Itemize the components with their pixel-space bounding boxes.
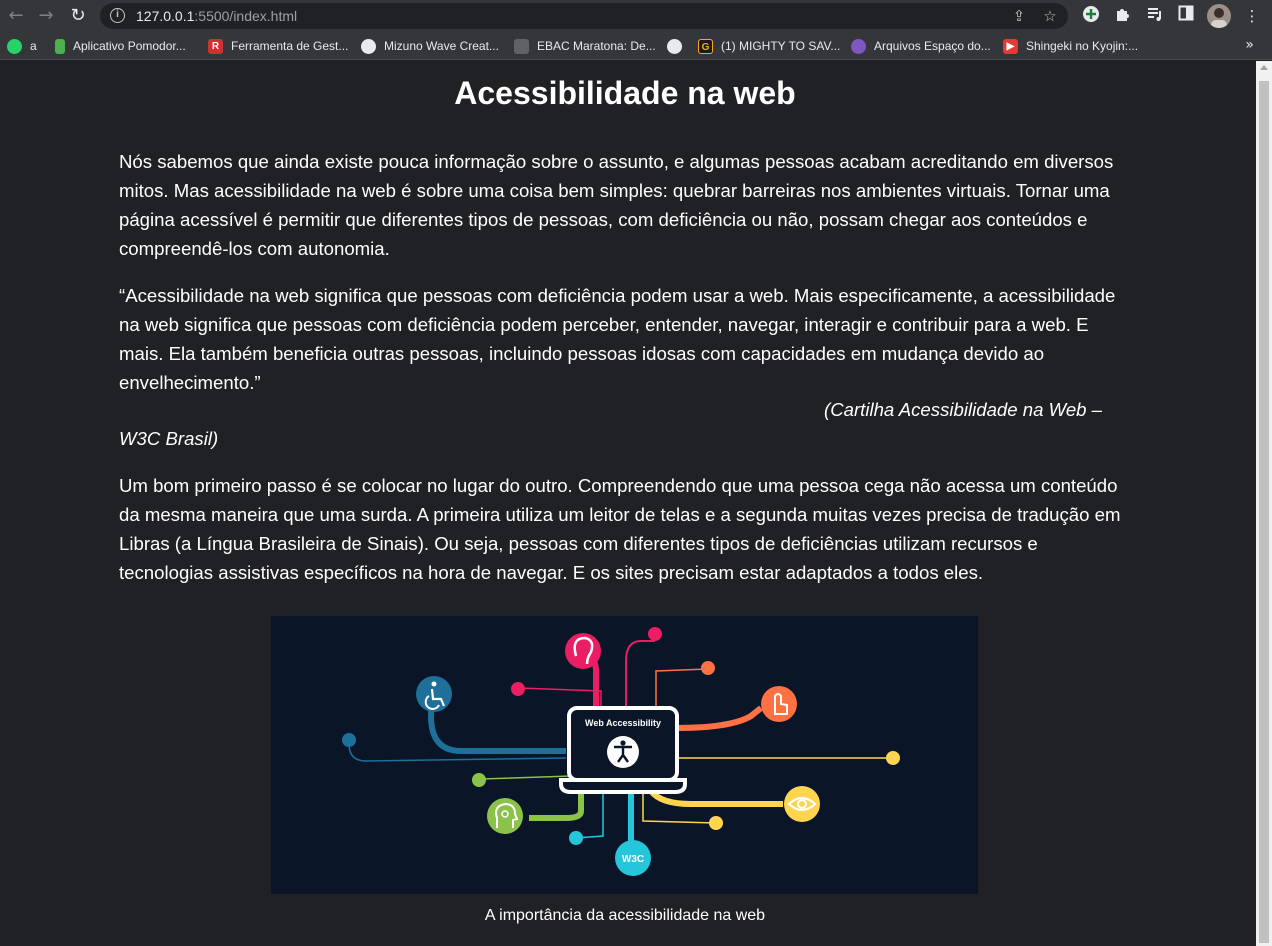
page-scrollbar[interactable] [1256,61,1272,946]
green-dot [472,773,486,787]
url-path: :5500/index.html [194,8,298,24]
bookmark-shingeki[interactable]: ▶ Shingeki no Kyojin:... [1003,38,1138,54]
share-icon[interactable]: ⇪ [1010,7,1028,25]
orange-dot [701,661,715,675]
pink-dot [648,627,662,641]
hand-connector [675,705,763,731]
profile-avatar[interactable] [1207,4,1231,28]
figure-caption: A importância da acessibilidade na web [484,907,766,924]
bookmark-globe[interactable] [667,38,682,54]
article-body: Nós sabemos que ainda existe pouca infor… [119,147,1129,605]
brain-head-icon [487,798,523,834]
quote-paragraph: “Acessibilidade na web significa que pes… [119,285,1116,393]
page-title: Acessibilidade na web [454,75,796,111]
address-bar[interactable]: i 127.0.0.1:5500/index.html ⇪ ☆ [100,3,1068,29]
bookmark-ebac[interactable]: EBAC Maratona: De... [514,38,656,54]
citation: (Cartilha Acessibilidade na Web – W3C Br… [119,399,1103,449]
eye-icon [784,786,820,822]
bookmark-mighty[interactable]: G (1) MIGHTY TO SAV... [698,38,840,54]
side-panel-icon[interactable] [1175,5,1197,27]
cyan-dot [569,831,583,845]
menu-kebab-icon[interactable]: ⋮ [1241,5,1263,27]
green-thin-connector [480,775,572,791]
blue-dot [342,733,356,747]
bookmark-ferramenta[interactable]: R Ferramenta de Gest... [208,38,348,54]
bookmark-label: Aplicativo Pomodor... [73,39,186,53]
intro-paragraph: Nós sabemos que ainda existe pouca infor… [119,151,1114,259]
more-bookmarks-icon[interactable]: » [1245,37,1254,53]
bookmark-label: EBAC Maratona: De... [537,39,656,53]
site-info-icon[interactable]: i [110,8,125,23]
bookmark-label: a [30,39,37,53]
back-icon[interactable]: ← [4,4,28,28]
pink-dot [511,682,525,696]
bookmarks-bar: a Aplicativo Pomodor... R Ferramenta de G… [0,32,1272,60]
bookmark-pomodoro[interactable]: Aplicativo Pomodor... [55,38,186,54]
laptop-screen-label: Web Accessibility [585,718,661,728]
g-logo-icon: G [698,38,713,54]
pomodoro-icon [55,38,65,54]
bookmark-mizuno[interactable]: Mizuno Wave Creat... [361,38,499,54]
bookmark-label: Mizuno Wave Creat... [384,39,499,53]
forward-icon[interactable]: → [34,4,58,28]
ear-icon [565,633,601,669]
page-viewport: Acessibilidade na web Nós sabemos que ai… [0,61,1256,946]
bookmark-espaco[interactable]: Arquivos Espaço do... [851,38,991,54]
whatsapp-icon [7,38,22,54]
bookmark-label: Ferramenta de Gest... [231,39,349,53]
pink-thin-connector [625,640,655,711]
hand-pointer-icon [761,686,797,722]
bookmark-label: Shingeki no Kyojin:... [1026,39,1139,53]
reload-icon[interactable]: ↻ [66,4,90,28]
laptop-icon: Web Accessibility [559,706,687,794]
extension-plus-icon[interactable] [1080,5,1102,27]
qr-code-icon [514,38,529,54]
wheelchair-icon [416,676,452,712]
yellow-dot [886,751,900,765]
extensions-puzzle-icon[interactable] [1112,5,1134,27]
bookmark-label: Arquivos Espaço do... [874,39,991,53]
url-text[interactable]: 127.0.0.1:5500/index.html [136,8,297,24]
web-accessibility-illustration: W3C Web Accessibility [271,616,978,894]
wheelchair-connector [428,696,566,754]
w3c-badge-label: W3C [622,854,644,865]
r-logo-icon: R [208,38,223,54]
bookmark-whatsapp[interactable]: a [7,38,37,54]
second-paragraph: Um bom primeiro passo é se colocar no lu… [119,475,1121,583]
w3c-badge-icon: W3C [615,840,651,876]
brain-connector [529,791,584,821]
play-icon: ▶ [1003,38,1018,54]
bookmark-label: (1) MIGHTY TO SAV... [721,39,841,53]
yellow-dot [709,816,723,830]
browser-toolbar: ← → ↻ i 127.0.0.1:5500/index.html ⇪ ☆ ⋮ [0,0,1272,32]
bookmark-star-icon[interactable]: ☆ [1041,7,1059,25]
scrollbar-thumb[interactable] [1259,81,1269,943]
globe-icon [361,38,376,54]
globe-icon [667,38,682,54]
media-queue-icon[interactable] [1144,5,1166,27]
scroll-up-icon[interactable] [1260,65,1268,70]
espaco-icon [851,38,866,54]
url-host: 127.0.0.1 [136,8,195,24]
